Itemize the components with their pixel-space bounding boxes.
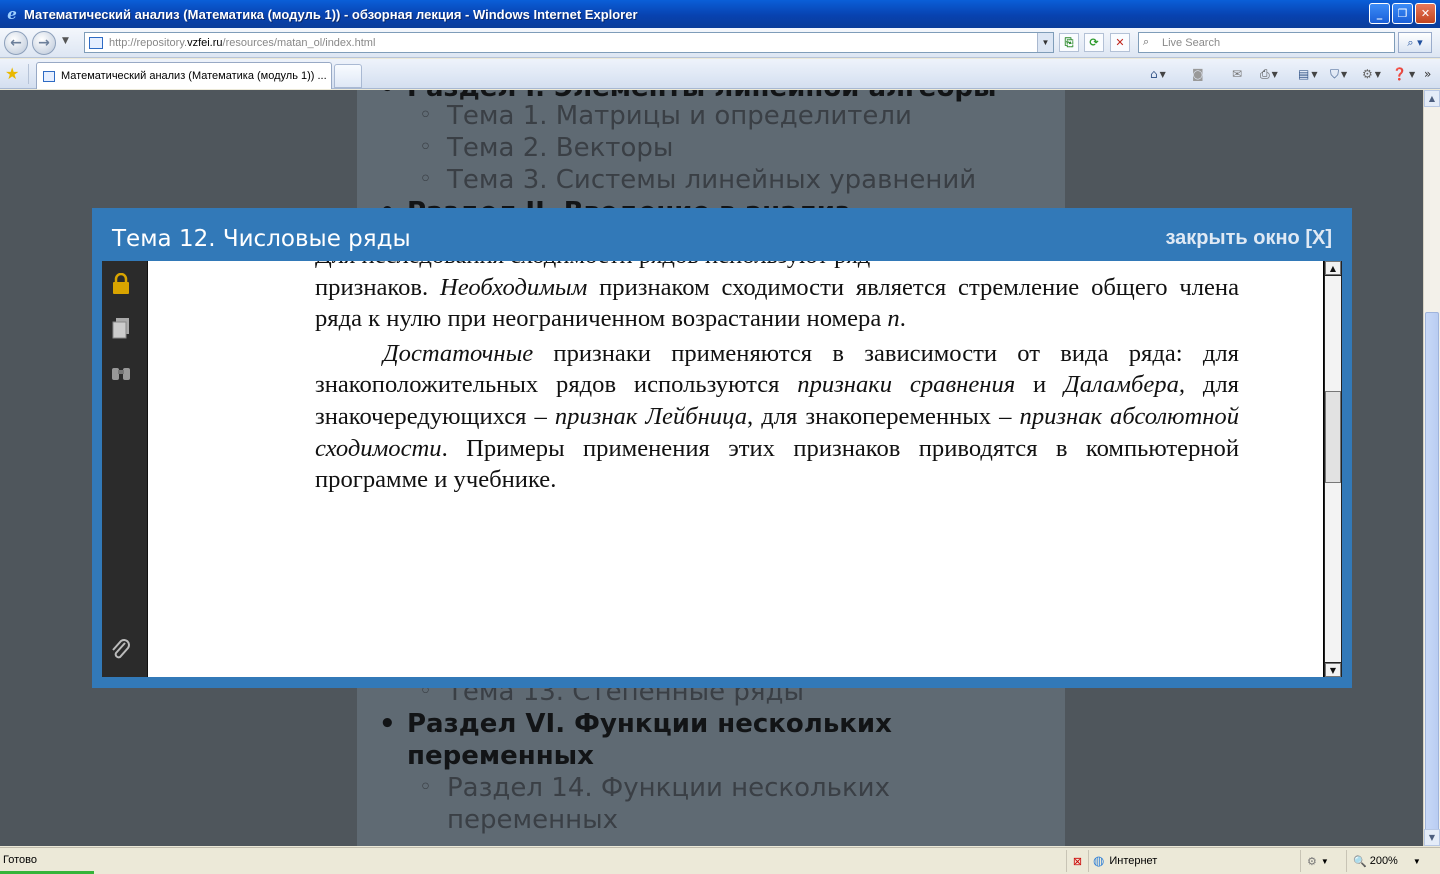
rss-icon: ◙ — [1192, 67, 1204, 81]
chevron-down-icon: ▼ — [1408, 69, 1416, 79]
page-icon — [89, 36, 103, 49]
chevron-right-icon: » — [1424, 67, 1432, 81]
outline-topic[interactable]: Тема 1. Матрицы и определители — [419, 100, 912, 132]
new-tab-button[interactable] — [334, 64, 362, 88]
pdf-page-content: Для исследования сходимости рядов исполь… — [315, 261, 1239, 677]
close-modal-button[interactable]: закрыть окно [X] — [1166, 227, 1333, 250]
scroll-down-icon[interactable]: ▼ — [1325, 663, 1341, 677]
zone-label: Интернет — [1109, 855, 1158, 867]
modal-title: Тема 12. Числовые ряды — [112, 226, 411, 252]
address-dropdown-icon[interactable]: ▼ — [1037, 33, 1053, 52]
help-menu-button[interactable]: ❓ ▼ — [1392, 66, 1415, 82]
tabs-bar: ★ Математический анализ (Математика (мод… — [0, 59, 1440, 89]
url-path: /resources/matan_ol/index.html — [222, 36, 376, 49]
read-mail-button[interactable]: ✉ — [1232, 66, 1242, 82]
zoom-level: 200% — [1369, 855, 1398, 867]
pdf-sidebar — [102, 261, 148, 677]
status-bar: Готово ⊠ ◍ Интернет ⚙ ▼ 🔍 200% ▼ — [0, 847, 1440, 874]
popup-blocked-icon[interactable]: ⊠ — [1066, 850, 1088, 872]
search-placeholder: Live Search — [1162, 36, 1221, 49]
home-icon: ⌂ — [1150, 67, 1158, 81]
close-window-button[interactable]: ✕ — [1415, 3, 1436, 24]
forward-button[interactable]: → — [32, 31, 56, 55]
more-toolbar-button[interactable]: » — [1424, 66, 1431, 82]
divider — [28, 64, 29, 84]
security-zone[interactable]: ◍ Интернет — [1088, 850, 1298, 872]
page-menu-icon: ▤ — [1298, 67, 1310, 81]
printer-icon: ⎙ — [1260, 66, 1270, 81]
binoculars-icon[interactable] — [110, 361, 132, 383]
globe-icon: ◍ — [1093, 853, 1105, 868]
stop-icon[interactable]: ✕ — [1110, 33, 1130, 52]
address-bar[interactable]: http://repository. vzfei.ru/resources/mat… — [84, 32, 1054, 53]
page-menu-button[interactable]: ▤ ▼ — [1298, 66, 1318, 82]
refresh-icon[interactable]: ⟳ — [1084, 33, 1104, 52]
outline-section-continuation: переменных — [407, 741, 594, 771]
topic-modal: Тема 12. Числовые ряды закрыть окно [X] … — [92, 208, 1352, 688]
protected-mode-icon: ⚙ — [1307, 855, 1317, 868]
page-scrollbar[interactable]: ▲ ▼ — [1423, 90, 1440, 846]
window-title: Математический анализ (Математика (модул… — [24, 6, 638, 22]
protected-mode-button[interactable]: ⚙ ▼ — [1300, 850, 1344, 872]
scrollbar-thumb[interactable] — [1425, 312, 1439, 844]
zoom-control[interactable]: 🔍 200% ▼ — [1346, 850, 1426, 872]
history-dropdown-icon[interactable]: ▼ — [62, 36, 69, 46]
outline-topic[interactable]: Тема 2. Векторы — [419, 132, 673, 164]
search-button[interactable]: ⌕ ▾ — [1398, 32, 1432, 53]
tab-page-icon — [43, 70, 55, 82]
shield-icon: ⛉ — [1330, 66, 1340, 81]
chevron-down-icon: ▼ — [1320, 856, 1329, 866]
pdf-scrollbar[interactable]: ▲ ▼ — [1323, 261, 1342, 677]
feeds-button[interactable]: ◙ — [1192, 66, 1204, 82]
print-button[interactable]: ⎙ ▼ — [1260, 66, 1278, 82]
pdf-viewer: Для исследования сходимости рядов исполь… — [102, 261, 1342, 677]
maximize-button[interactable]: ❐ — [1392, 3, 1413, 24]
navigation-bar: ← → ▼ http://repository. vzfei.ru/resourc… — [0, 28, 1440, 58]
scroll-up-icon[interactable]: ▲ — [1325, 261, 1341, 275]
outline-section[interactable]: Раздел VI. Функции нескольких — [379, 708, 892, 740]
chevron-down-icon: ▼ — [1159, 69, 1166, 79]
favorites-star-icon[interactable]: ★ — [5, 64, 19, 83]
zoom-icon: 🔍 — [1353, 855, 1367, 868]
lock-icon[interactable] — [110, 273, 132, 295]
chevron-down-icon: ▼ — [1341, 69, 1348, 79]
outline-topic-continuation: переменных — [447, 805, 619, 835]
search-engine-icon: ⌕ — [1143, 36, 1150, 48]
url-host: vzfei.ru — [187, 36, 223, 49]
back-arrow-icon: ← — [10, 35, 22, 51]
forward-arrow-icon: → — [38, 35, 50, 51]
scroll-down-icon[interactable]: ▼ — [1424, 829, 1440, 846]
tab-label: Математический анализ (Математика (модул… — [61, 70, 327, 82]
chevron-down-icon: ▼ — [1374, 69, 1381, 79]
scrollbar-thumb[interactable] — [1325, 391, 1341, 483]
paragraph-necessary-condition: признаков. Необходимым признаком сходимо… — [315, 273, 1239, 333]
tools-menu-button[interactable]: ⚙ ▼ — [1362, 66, 1381, 82]
search-input[interactable]: ⌕ Live Search — [1138, 32, 1395, 53]
search-icon: ⌕ ▾ — [1407, 35, 1423, 49]
outline-topic[interactable]: Тема 3. Системы линейных уравнений — [419, 164, 976, 196]
minimize-button[interactable]: _ — [1369, 3, 1390, 24]
chevron-down-icon: ▼ — [1412, 856, 1421, 866]
chevron-down-icon: ▼ — [1271, 69, 1278, 79]
tab-active[interactable]: Математический анализ (Математика (модул… — [36, 62, 332, 89]
home-button[interactable]: ⌂ ▼ — [1150, 66, 1166, 82]
compatibility-icon[interactable]: ⎘ — [1059, 33, 1079, 52]
help-icon: ❓ — [1392, 67, 1407, 81]
ie-logo-icon: e — [7, 5, 17, 23]
url-prefix: http://repository. — [109, 36, 188, 49]
status-text: Готово — [3, 854, 37, 866]
chevron-down-icon: ▼ — [1311, 69, 1318, 79]
safety-menu-button[interactable]: ⛉ ▼ — [1330, 66, 1347, 82]
scroll-up-icon[interactable]: ▲ — [1424, 90, 1440, 107]
paragraph-sufficient-conditions: Достаточные признаки применяются в завис… — [315, 339, 1240, 494]
outline-topic[interactable]: Раздел 14. Функции нескольких — [419, 772, 890, 804]
window-title-bar: e Математический анализ (Математика (мод… — [0, 0, 1440, 28]
gear-icon: ⚙ — [1362, 67, 1373, 81]
paragraph-clipped: Для исследования сходимости рядов исполь… — [315, 261, 1239, 272]
paperclip-icon[interactable] — [110, 639, 132, 661]
pages-icon[interactable] — [110, 317, 132, 339]
back-button[interactable]: ← — [4, 31, 28, 55]
mail-icon: ✉ — [1232, 67, 1243, 81]
